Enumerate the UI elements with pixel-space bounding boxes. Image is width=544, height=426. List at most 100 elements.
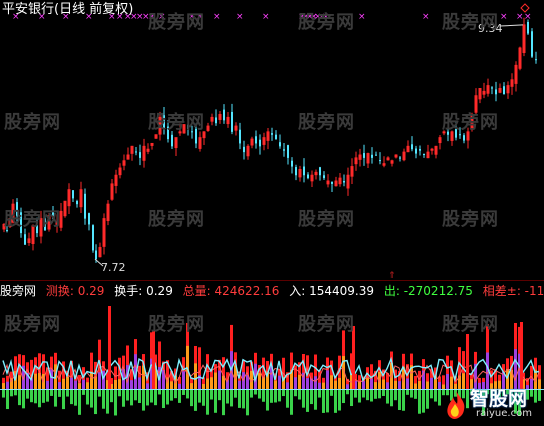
indicator-item-difference: 相差±: -115803.36 — [482, 284, 544, 298]
volume-mid-bar — [258, 373, 261, 389]
volume-out-bar — [422, 389, 425, 413]
volume-mid-bar — [202, 384, 205, 389]
volume-out-bar — [190, 389, 193, 407]
volume-out-bar — [146, 389, 149, 406]
indicator-item-outflow: 出: -270212.75 — [383, 284, 473, 298]
signal-cross-mark: × — [148, 12, 156, 22]
volume-out-bar — [62, 389, 65, 410]
volume-mid-bar — [382, 379, 385, 389]
volume-out-bar — [162, 389, 165, 409]
marker-diamond-icon — [520, 3, 530, 13]
volume-out-bar — [142, 389, 145, 411]
volume-mid-bar — [262, 377, 265, 389]
candle-body — [259, 139, 261, 147]
indicator-item-turnover: 换手: 0.29 — [114, 284, 173, 298]
volume-out-bar — [110, 389, 113, 403]
volume-mid-bar — [430, 377, 433, 389]
candle-body — [503, 86, 505, 95]
volume-mid-bar — [362, 381, 365, 389]
volume-out-bar — [402, 389, 405, 411]
volume-out-bar — [66, 389, 69, 397]
volume-mid-bar — [394, 380, 397, 389]
candle-body — [24, 234, 26, 245]
candle-body — [375, 154, 377, 156]
candle-body — [379, 160, 381, 162]
volume-mid-bar — [18, 375, 21, 389]
indicator-bar: 股旁网 测换: 0.29 换手: 0.29 总量: 424622.16 入: 1… — [0, 281, 544, 301]
candle-body — [535, 59, 537, 61]
volume-out-bar — [334, 389, 337, 413]
volume-mid-bar — [334, 380, 337, 389]
candle-body — [255, 136, 257, 144]
signal-arrow-icon: ⇑ — [388, 271, 396, 281]
signal-cross-mark: × — [500, 12, 508, 22]
volume-out-bar — [318, 389, 321, 398]
volume-mid-bar — [206, 378, 209, 389]
candle-body — [295, 167, 297, 176]
chart-stage: × × × × × × × × × × × × × × × × × × × × × × × × × × × × × ⇑ 平安银行(日线 前… — [0, 0, 544, 426]
signal-cross-mark: × — [158, 12, 166, 22]
candle-body — [442, 131, 446, 134]
volume-mid-bar — [82, 379, 85, 389]
volume-out-bar — [234, 389, 237, 398]
volume-out-bar — [342, 389, 345, 404]
volume-mid-bar — [78, 383, 81, 389]
volume-mid-bar — [398, 381, 401, 389]
candle-body — [135, 151, 137, 153]
candle-body — [163, 115, 165, 129]
volume-out-bar — [114, 389, 117, 416]
volume-mid-bar — [2, 383, 5, 389]
volume-out-bar — [358, 389, 361, 403]
volume-out-bar — [166, 389, 169, 405]
candle-body — [319, 167, 321, 176]
volume-out-bar — [46, 389, 49, 402]
volume-mid-bar — [318, 382, 321, 389]
volume-mid-bar — [114, 379, 117, 389]
candle-body — [95, 250, 97, 260]
price-high-label: 9.34 — [478, 22, 503, 35]
volume-out-bar — [70, 389, 73, 405]
volume-mid-bar — [118, 379, 121, 389]
signal-cross-mark: × — [236, 12, 244, 22]
volume-out-bar — [294, 389, 297, 397]
candle-body — [92, 225, 94, 251]
candle-body — [279, 142, 281, 147]
volume-out-bar — [238, 389, 241, 408]
candle-body — [239, 129, 241, 144]
volume-out-bar — [230, 389, 233, 407]
volume-mid-bar — [346, 384, 349, 389]
volume-mid-bar — [170, 381, 173, 389]
chart-title: 平安银行(日线 前复权) — [2, 2, 134, 17]
volume-out-bar — [322, 389, 325, 413]
volume-out-bar — [394, 389, 397, 401]
volume-mid-bar — [214, 372, 217, 389]
volume-mid-bar — [330, 375, 333, 389]
volume-out-bar — [350, 389, 353, 407]
candle-body — [271, 133, 273, 135]
volume-mid-bar — [326, 370, 329, 389]
candle-body — [463, 135, 465, 141]
candle-body — [191, 131, 193, 133]
candle-body — [178, 131, 182, 134]
candle-body — [495, 89, 497, 95]
volume-mid-bar — [286, 382, 289, 389]
indicator-name: 股旁网 — [0, 284, 37, 298]
volume-mid-bar — [182, 371, 185, 389]
candle-body — [291, 160, 293, 167]
volume-mid-bar — [406, 378, 409, 389]
volume-mid-bar — [386, 382, 389, 389]
volume-out-bar — [274, 389, 277, 403]
candle-body — [36, 225, 38, 234]
chart-canvas[interactable]: × × × × × × ××××× × × × × × × ××××××× × × × × ×⇑ — [0, 0, 544, 426]
volume-out-bar — [302, 389, 305, 408]
volume-out-bar — [98, 389, 101, 397]
volume-out-bar — [314, 389, 317, 410]
candle-body — [491, 87, 493, 89]
high-pointer-line — [499, 24, 524, 27]
volume-mid-bar — [338, 377, 341, 389]
volume-out-bar — [246, 389, 249, 416]
volume-out-bar — [58, 389, 61, 397]
candle-body — [531, 31, 533, 57]
volume-out-bar — [326, 389, 329, 413]
volume-out-bar — [286, 389, 289, 408]
